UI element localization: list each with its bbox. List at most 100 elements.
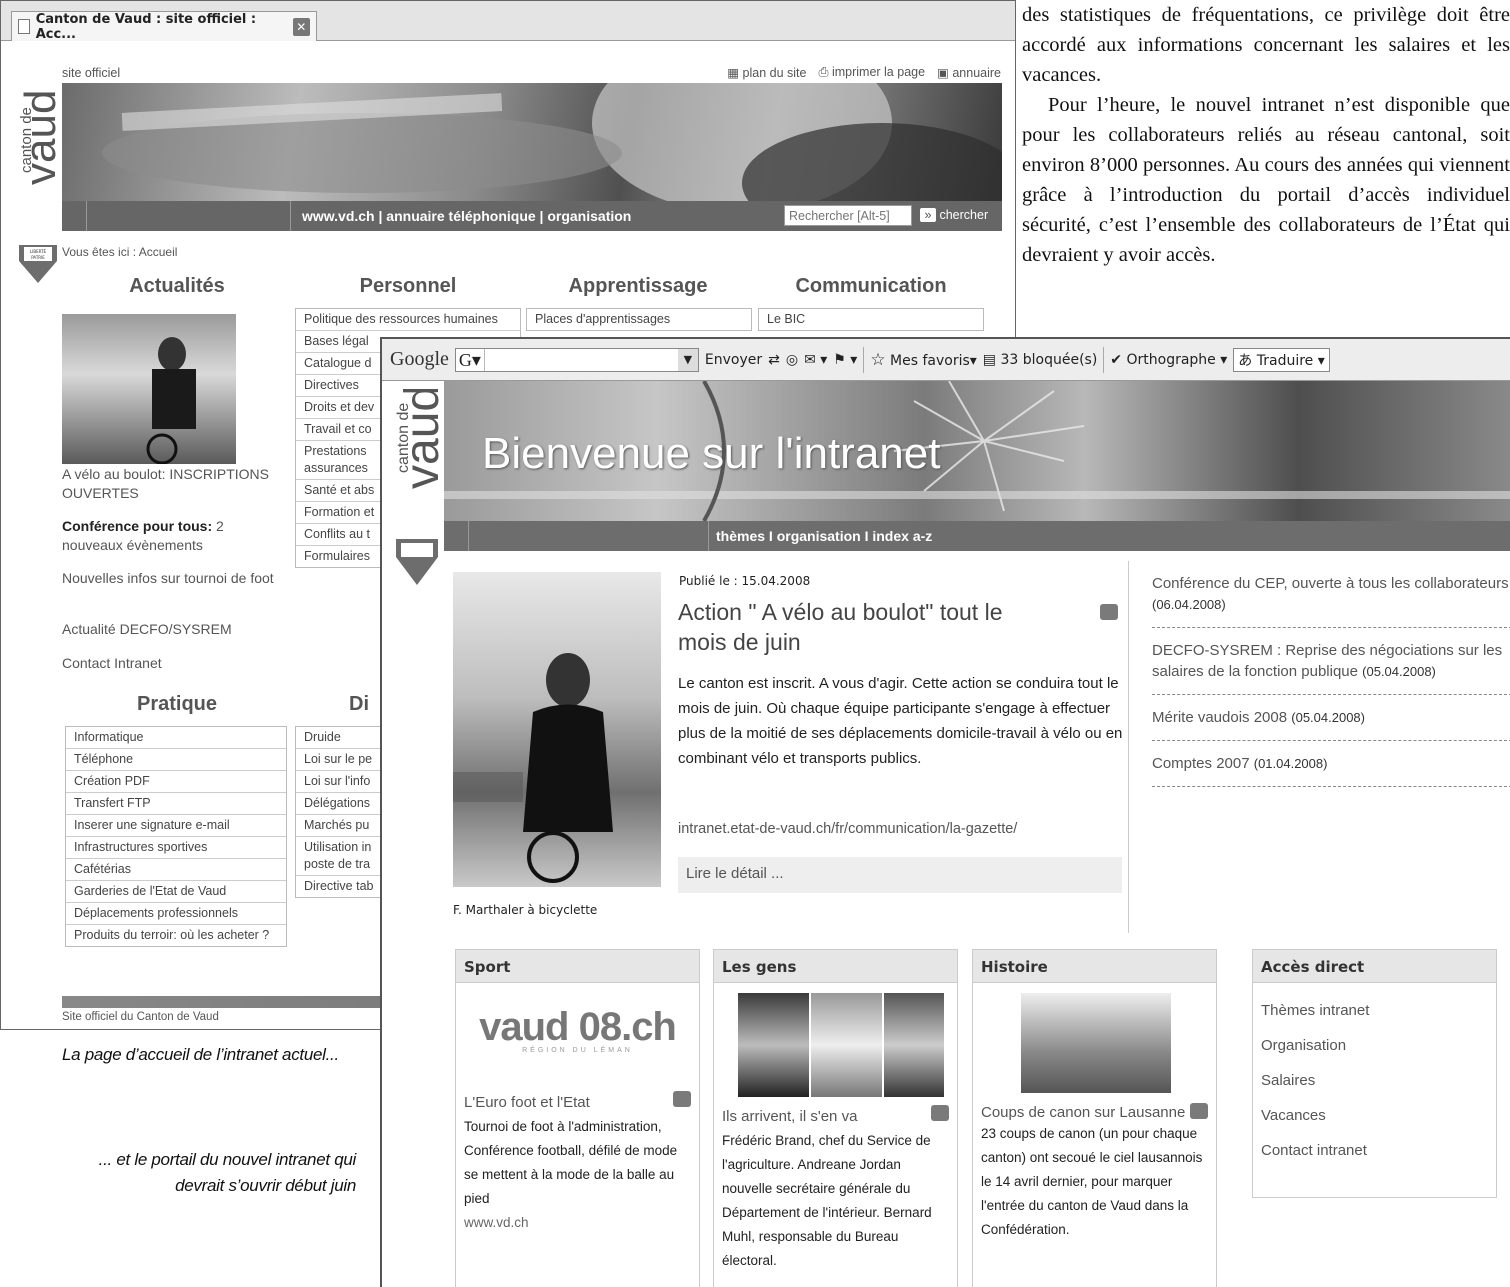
close-tab-icon[interactable]: ✕ xyxy=(292,17,310,36)
news-item[interactable]: Mérite vaudois 2008 (05.04.2008) xyxy=(1152,695,1510,741)
old-actu-conference[interactable]: Conférence pour tous: 2 nouveaux évèneme… xyxy=(62,517,287,555)
sitemap-icon: ▦ xyxy=(727,66,740,80)
old-heading-actualites: Actualités xyxy=(129,275,225,297)
arrow-right-icon: » xyxy=(920,208,936,222)
article-url[interactable]: intranet.etat-de-vaud.ch/fr/communicatio… xyxy=(678,821,1017,837)
news-list: Conférence du CEP, ouverte à tous les co… xyxy=(1152,561,1510,787)
rss-icon[interactable] xyxy=(931,1105,949,1121)
canton-vaud-logo[interactable]: canton de vaud xyxy=(392,385,449,609)
old-actu-item[interactable]: Actualité DECFO/SYSREM xyxy=(62,621,287,637)
list-item[interactable]: Places d'apprentissages xyxy=(527,309,751,330)
histoire-heading: Histoire xyxy=(972,949,1217,983)
acces-item[interactable]: Organisation xyxy=(1261,1028,1488,1063)
publish-date: Publié le : 15.04.2008 xyxy=(679,574,811,588)
list-item[interactable]: Inserer une signature e-mail xyxy=(66,815,286,837)
google-search-box[interactable]: G▾ ▼ xyxy=(454,347,699,372)
old-apprentissage-list: Places d'apprentissages xyxy=(526,308,752,331)
list-item[interactable]: Cafétérias xyxy=(66,859,286,881)
rss-icon[interactable] xyxy=(673,1091,691,1107)
sport-panel: Sport vaud 08.ch RÉGION DU LÉMAN L'Euro … xyxy=(455,949,700,1287)
list-item[interactable]: Déplacements professionnels xyxy=(66,903,286,925)
portrait-photo xyxy=(884,993,944,1097)
translate-icon: あ xyxy=(1238,352,1253,369)
svg-text:vaud: vaud xyxy=(396,389,442,489)
old-actu-item[interactable]: Contact Intranet xyxy=(62,655,287,671)
print-link[interactable]: ⎙ imprimer la page xyxy=(818,65,925,80)
rss-icon[interactable] xyxy=(1190,1103,1208,1119)
list-item[interactable]: Utilisation in poste de tra xyxy=(296,837,382,876)
directory-link[interactable]: ▣ annuaire xyxy=(937,65,1001,80)
old-nav-links[interactable]: www.vd.ch | annuaire téléphonique | orga… xyxy=(302,208,631,224)
list-item[interactable]: Création PDF xyxy=(66,771,286,793)
spellcheck-button[interactable]: ✔ Orthographe ▾ xyxy=(1110,352,1227,368)
sport-heading: Sport xyxy=(455,949,700,983)
list-item[interactable]: Transfert FTP xyxy=(66,793,286,815)
bookmarklet-icon[interactable]: ⚑ ▾ xyxy=(833,352,857,368)
rss-icon[interactable] xyxy=(1100,604,1118,620)
new-intranet-window: Google G▾ ▼ Envoyer ⇄ ◎ ✉ ▾ ⚑ ▾ ☆ Mes fa… xyxy=(380,337,1510,1287)
article-paragraph-1: des statistiques de fréquentations, ce p… xyxy=(1022,4,1510,86)
read-more-button[interactable]: Lire le détail ... xyxy=(678,857,1122,893)
sport-link[interactable]: www.vd.ch xyxy=(464,1211,691,1235)
toolbar-separator xyxy=(1103,346,1105,373)
gens-title[interactable]: Ils arrivent, il s'en va xyxy=(722,1105,949,1129)
article-body: Le canton est inscrit. A vous d'agir. Ce… xyxy=(678,675,1123,767)
sitemap-link[interactable]: ▦ plan du site xyxy=(727,65,806,80)
list-item[interactable]: Le BIC xyxy=(759,309,983,330)
canton-vaud-logo[interactable]: canton de vaud LIBERTÉ PATRIE xyxy=(15,73,65,283)
google-logo[interactable]: Google xyxy=(390,348,449,371)
news-item[interactable]: DECFO-SYSREM : Reprise des négociations … xyxy=(1152,628,1510,695)
old-tab-bar: Canton de Vaud : site officiel : Acc... … xyxy=(1,1,1015,42)
old-tab-title: Canton de Vaud : site officiel : Acc... xyxy=(35,11,257,42)
histoire-title[interactable]: Coups de canon sur Lausanne xyxy=(981,1103,1208,1122)
dropdown-arrow-icon[interactable]: ▼ xyxy=(677,348,698,371)
old-search-button[interactable]: » chercher xyxy=(920,208,988,222)
article-paragraph-2: Pour l’heure, le nouvel intranet n’est d… xyxy=(1022,94,1510,266)
list-item[interactable]: Produits du terroir: où les acheter ? xyxy=(66,925,286,946)
old-actu-item[interactable]: Nouvelles infos sur tournoi de foot xyxy=(62,569,287,588)
svg-text:PATRIE: PATRIE xyxy=(31,255,45,260)
send-arrow-icon[interactable]: ⇄ xyxy=(768,352,780,368)
old-site-officiel: site officiel xyxy=(62,66,121,80)
news-item[interactable]: Comptes 2007 (01.04.2008) xyxy=(1152,741,1510,787)
list-item[interactable]: Infrastructures sportives xyxy=(66,837,286,859)
google-toolbar: Google G▾ ▼ Envoyer ⇄ ◎ ✉ ▾ ⚑ ▾ ☆ Mes fa… xyxy=(382,339,1510,381)
old-browser-tab[interactable]: Canton de Vaud : site officiel : Acc... … xyxy=(11,11,317,42)
sport-title[interactable]: L'Euro foot et l'Etat xyxy=(464,1091,691,1115)
old-heading-apprentissage: Apprentissage xyxy=(568,275,708,297)
old-top-links: ▦ plan du site ⎙ imprimer la page ▣ annu… xyxy=(727,65,1001,80)
acces-heading: Accès direct xyxy=(1252,949,1497,983)
mail-icon[interactable]: ✉ ▾ xyxy=(804,352,827,368)
news-item[interactable]: Conférence du CEP, ouverte à tous les co… xyxy=(1152,561,1510,628)
headline[interactable]: Action " A vélo au boulot" tout le mois … xyxy=(678,597,1048,657)
list-item[interactable]: Téléphone xyxy=(66,749,286,771)
gens-heading: Les gens xyxy=(713,949,958,983)
translate-button[interactable]: あ Traduire ▾ xyxy=(1233,347,1330,372)
old-heading-communication: Communication xyxy=(795,275,947,297)
acces-item[interactable]: Vacances xyxy=(1261,1098,1488,1133)
featured-photo-caption: F. Marthaler à bicyclette xyxy=(453,903,598,917)
old-search-input[interactable] xyxy=(784,205,912,226)
cannon-photo xyxy=(1021,993,1171,1093)
new-nav-links[interactable]: thèmes I organisation I index a-z xyxy=(716,528,932,544)
list-item[interactable]: Prestations assurances xyxy=(296,441,382,480)
send-button[interactable]: Envoyer xyxy=(705,352,762,368)
favorites-button[interactable]: ☆ Mes favoris▾ xyxy=(870,350,976,370)
old-nav-band: www.vd.ch | annuaire téléphonique | orga… xyxy=(62,201,1002,231)
popup-blocker-button[interactable]: ▤ 33 bloquée(s) xyxy=(983,352,1098,368)
list-item[interactable]: Informatique xyxy=(66,727,286,749)
histoire-body: 23 coups de canon (un pour chaque canton… xyxy=(981,1126,1203,1237)
acces-item[interactable]: Salaires xyxy=(1261,1063,1488,1098)
old-heading-personnel: Personnel xyxy=(359,275,457,297)
svg-text:LIBERTÉ: LIBERTÉ xyxy=(30,249,47,254)
star-icon: ☆ xyxy=(870,349,886,370)
featured-photo[interactable] xyxy=(453,572,661,887)
tag-icon[interactable]: ◎ xyxy=(786,352,798,368)
vaud08-logo[interactable]: vaud 08.ch RÉGION DU LÉMAN xyxy=(464,1007,691,1063)
list-item[interactable]: Politique des ressources humaines xyxy=(296,309,520,331)
acces-item[interactable]: Thèmes intranet xyxy=(1261,993,1488,1028)
acces-item[interactable]: Contact intranet xyxy=(1261,1133,1488,1168)
list-item[interactable]: Garderies de l'Etat de Vaud xyxy=(66,881,286,903)
old-actu-caption[interactable]: A vélo au boulot: INSCRIPTIONS OUVERTES xyxy=(62,465,287,503)
portrait-photo xyxy=(738,993,809,1097)
